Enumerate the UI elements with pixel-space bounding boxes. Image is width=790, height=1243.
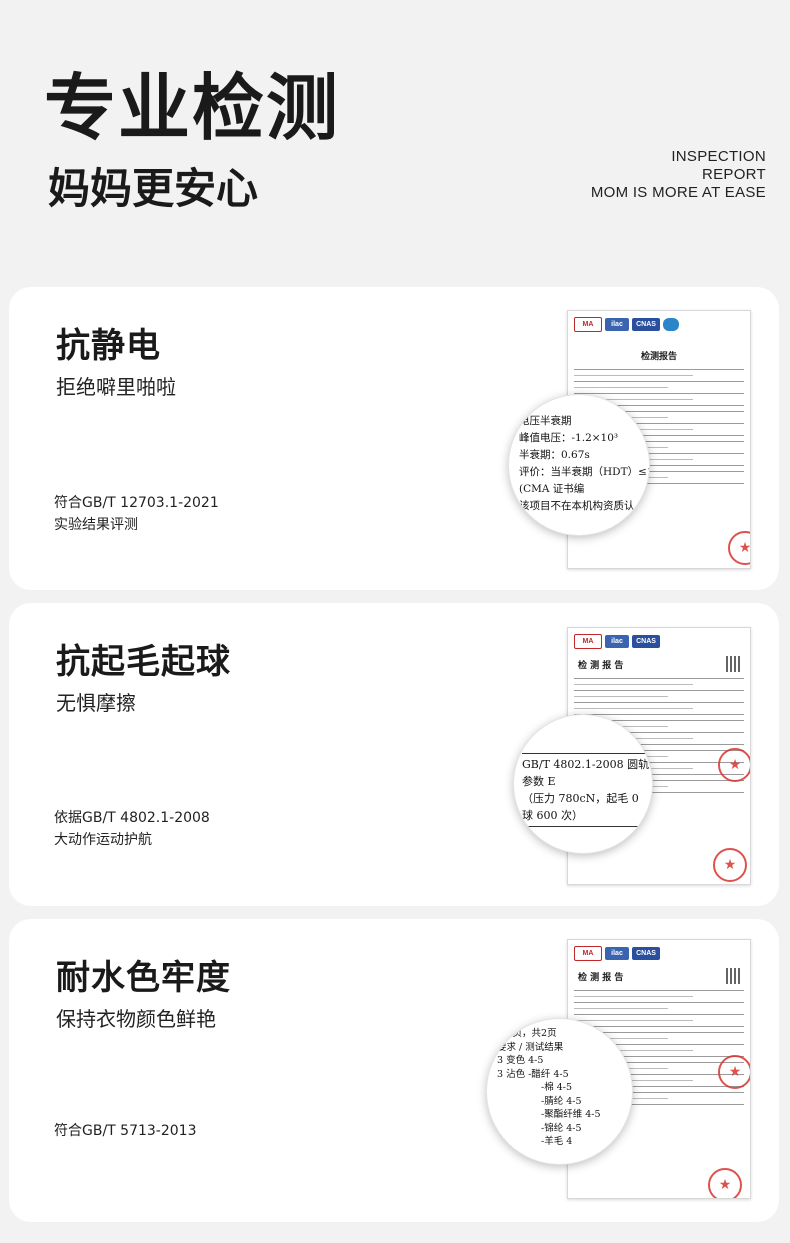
page-title: 专业检测 — [44, 66, 341, 150]
cnas-logo-icon: CNAS — [632, 318, 660, 331]
ilac-logo-icon: ilac — [605, 947, 629, 960]
magnified-line: 电压半衰期 — [519, 415, 572, 427]
certification-logos: MA ilac CNAS — [574, 634, 660, 649]
magnified-line: -腈纶 4-5 — [541, 1095, 582, 1107]
note-line: 符合GB/T 5713-2013 — [54, 1123, 197, 1139]
magnified-line: 3 沾色 -醋纤 4-5 — [497, 1068, 569, 1080]
card-title: 抗静电 — [56, 326, 161, 366]
note-line: 大动作运动护航 — [54, 832, 152, 848]
card-subtitle: 保持衣物颜色鲜艳 — [56, 1007, 216, 1031]
magnified-line: 该项目不在本机构资质认 — [519, 500, 635, 512]
english-tagline-line: REPORT — [701, 166, 766, 183]
magnified-line: 峰值电压：-1.2×10³ — [519, 432, 619, 444]
magnified-line: 参数 E — [522, 775, 556, 788]
magnified-line: 3 变色 4-5 — [497, 1055, 544, 1066]
magnified-line: -聚酯纤维 4-5 — [541, 1109, 601, 1120]
cma-logo-icon: MA — [574, 634, 602, 649]
magnified-line: -锦纶 4-5 — [541, 1122, 582, 1134]
report-heading: 检测报告 — [640, 352, 677, 362]
card-standard-note: 符合GB/T 5713-2013 — [54, 1120, 196, 1142]
red-seal-icon: ★ — [713, 848, 747, 882]
report-heading: 检 测 报 告 — [578, 973, 624, 983]
page-subtitle: 妈妈更安心 — [48, 164, 259, 213]
magnified-line: 要求 / 测试结果 — [497, 1041, 564, 1053]
card-title: 耐水色牢度 — [56, 958, 231, 998]
magnified-text: 第2页，共2页 要求 / 测试结果 3 变色 4-5 3 沾色 -醋纤 4-5 … — [497, 1027, 601, 1149]
shield-logo-icon — [663, 318, 679, 331]
magnified-line: (CMA 证书编 — [519, 483, 585, 495]
report-magnifier: 第2页，共2页 要求 / 测试结果 3 变色 4-5 3 沾色 -醋纤 4-5 … — [487, 1019, 632, 1164]
report-magnifier: 电压半衰期 峰值电压：-1.2×10³ 半衰期：0.67s 评价：当半衰期（HD… — [509, 395, 649, 535]
note-line: 符合GB/T 12703.1-2021 — [54, 495, 219, 511]
magnified-line: （压力 780cN，起毛 0 — [522, 792, 639, 805]
magnified-line: 评价：当半衰期（HDT）≤10s 时， — [519, 466, 649, 478]
english-tagline-line: INSPECTION — [671, 148, 766, 165]
magnified-text: 电压半衰期 峰值电压：-1.2×10³ 半衰期：0.67s 评价：当半衰期（HD… — [519, 413, 649, 515]
note-line: 实验结果评测 — [54, 517, 138, 533]
card-standard-note: 依据GB/T 4802.1-2008 大动作运动护航 — [54, 807, 210, 851]
red-seal-icon: ★ — [718, 748, 750, 782]
magnified-line: 第2页，共2页 — [497, 1028, 557, 1039]
magnified-text: GB/T 4802.1-2008 圆轨 参数 E （压力 780cN，起毛 0 … — [522, 751, 652, 829]
card-subtitle: 无惧摩擦 — [56, 691, 136, 715]
magnified-line: -棉 4-5 — [541, 1082, 573, 1093]
cnas-logo-icon: CNAS — [632, 635, 660, 648]
red-seal-icon: ★ — [708, 1168, 742, 1198]
english-tagline-line: MOM IS MORE AT EASE — [590, 184, 766, 201]
antistatic-card: 抗静电 拒绝噼里啪啦 符合GB/T 12703.1-2021 实验结果评测 MA… — [9, 287, 779, 590]
note-line: 依据GB/T 4802.1-2008 — [54, 810, 210, 826]
red-seal-icon: ★ — [718, 1055, 750, 1089]
water-colorfastness-card: 耐水色牢度 保持衣物颜色鲜艳 符合GB/T 5713-2013 MA ilac … — [9, 919, 779, 1222]
ilac-logo-icon: ilac — [605, 318, 629, 331]
report-magnifier: GB/T 4802.1-2008 圆轨 参数 E （压力 780cN，起毛 0 … — [514, 715, 652, 853]
report-heading: 检 测 报 告 — [578, 661, 624, 671]
cma-logo-icon: MA — [574, 317, 602, 332]
magnified-line: 半衰期：0.67s — [519, 449, 590, 461]
card-standard-note: 符合GB/T 12703.1-2021 实验结果评测 — [54, 492, 219, 536]
magnified-line: 球 600 次） — [522, 809, 583, 822]
card-subtitle: 拒绝噼里啪啦 — [56, 375, 176, 399]
cma-logo-icon: MA — [574, 946, 602, 961]
card-title: 抗起毛起球 — [56, 642, 231, 682]
cnas-logo-icon: CNAS — [632, 947, 660, 960]
magnified-line: -羊毛 4 — [541, 1136, 573, 1147]
certification-logos: MA ilac CNAS — [574, 317, 679, 332]
ilac-logo-icon: ilac — [605, 635, 629, 648]
red-seal-icon: ★ — [728, 531, 750, 565]
anti-pilling-card: 抗起毛起球 无惧摩擦 依据GB/T 4802.1-2008 大动作运动护航 MA… — [9, 603, 779, 906]
certification-logos: MA ilac CNAS — [574, 946, 660, 961]
english-tagline: INSPECTION REPORT MOM IS MORE AT EASE — [591, 148, 766, 202]
magnified-line: GB/T 4802.1-2008 圆轨 — [522, 758, 650, 771]
